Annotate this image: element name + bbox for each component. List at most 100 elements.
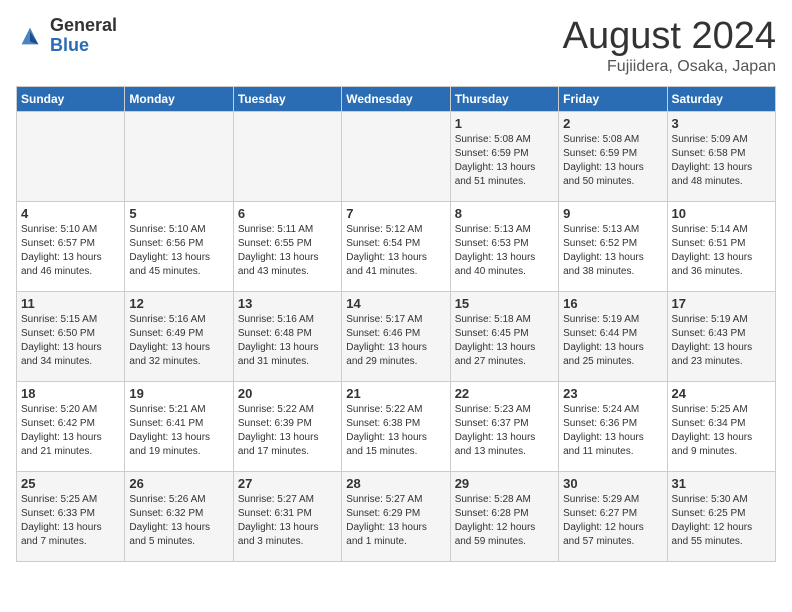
calendar-cell: 4Sunrise: 5:10 AM Sunset: 6:57 PM Daylig… (17, 201, 125, 291)
calendar-cell: 30 Sunrise: 5:29 AM Sunset: 6:27 PM Dayli… (559, 471, 667, 561)
day-detail: Sunrise: 5:08 AM Sunset: 6:59 PM Dayligh… (455, 133, 554, 189)
calendar-cell: 1 Sunrise: 5:08 AM Sunset: 6:59 PM Daylig… (450, 111, 558, 201)
day-number: 15 (455, 296, 554, 311)
day-detail: Sunrise: 5:26 AM Sunset: 6:32 PM Dayligh… (129, 493, 228, 549)
col-header-friday: Friday (559, 86, 667, 111)
calendar-cell: 14 Sunrise: 5:17 AM Sunset: 6:46 PM Dayli… (342, 291, 450, 381)
col-header-saturday: Saturday (667, 86, 775, 111)
day-detail: Sunrise: 5:24 AM Sunset: 6:36 PM Dayligh… (563, 403, 662, 459)
day-detail: Sunrise: 5:13 AM Sunset: 6:53 PM Dayligh… (455, 223, 554, 279)
day-number: 7 (346, 206, 445, 221)
calendar-week-row: 18 Sunrise: 5:20 AM Sunset: 6:42 PM Dayli… (17, 381, 776, 471)
calendar-cell: 10Sunrise: 5:14 AM Sunset: 6:51 PM Dayli… (667, 201, 775, 291)
day-detail: Sunrise: 5:30 AM Sunset: 6:25 PM Dayligh… (672, 493, 771, 549)
day-detail: Sunrise: 5:27 AM Sunset: 6:31 PM Dayligh… (238, 493, 337, 549)
day-number: 1 (455, 116, 554, 131)
day-number: 30 (563, 476, 662, 491)
calendar-cell: 25 Sunrise: 5:25 AM Sunset: 6:33 PM Dayli… (17, 471, 125, 561)
day-number: 27 (238, 476, 337, 491)
logo: General Blue (16, 16, 117, 56)
day-detail: Sunrise: 5:28 AM Sunset: 6:28 PM Dayligh… (455, 493, 554, 549)
calendar-cell: 13Sunrise: 5:16 AM Sunset: 6:48 PM Dayli… (233, 291, 341, 381)
day-number: 29 (455, 476, 554, 491)
col-header-sunday: Sunday (17, 86, 125, 111)
col-header-monday: Monday (125, 86, 233, 111)
location-subtitle: Fujiidera, Osaka, Japan (563, 58, 776, 76)
calendar-cell: 28Sunrise: 5:27 AM Sunset: 6:29 PM Dayli… (342, 471, 450, 561)
day-number: 14 (346, 296, 445, 311)
day-detail: Sunrise: 5:27 AM Sunset: 6:29 PM Dayligh… (346, 493, 445, 549)
calendar-header-row: SundayMondayTuesdayWednesdayThursdayFrid… (17, 86, 776, 111)
day-detail: Sunrise: 5:13 AM Sunset: 6:52 PM Dayligh… (563, 223, 662, 279)
calendar-cell: 19 Sunrise: 5:21 AM Sunset: 6:41 PM Dayli… (125, 381, 233, 471)
day-number: 11 (21, 296, 120, 311)
day-number: 20 (238, 386, 337, 401)
calendar-week-row: 11 Sunrise: 5:15 AM Sunset: 6:50 PM Dayli… (17, 291, 776, 381)
day-detail: Sunrise: 5:10 AM Sunset: 6:56 PM Dayligh… (129, 223, 228, 279)
day-number: 8 (455, 206, 554, 221)
day-number: 25 (21, 476, 120, 491)
day-detail: Sunrise: 5:20 AM Sunset: 6:42 PM Dayligh… (21, 403, 120, 459)
day-detail: Sunrise: 5:16 AM Sunset: 6:48 PM Dayligh… (238, 313, 337, 369)
calendar-cell: 11 Sunrise: 5:15 AM Sunset: 6:50 PM Dayli… (17, 291, 125, 381)
day-number: 22 (455, 386, 554, 401)
day-number: 4 (21, 206, 120, 221)
day-detail: Sunrise: 5:22 AM Sunset: 6:39 PM Dayligh… (238, 403, 337, 459)
calendar-cell: 16 Sunrise: 5:19 AM Sunset: 6:44 PM Dayli… (559, 291, 667, 381)
day-number: 3 (672, 116, 771, 131)
col-header-tuesday: Tuesday (233, 86, 341, 111)
day-number: 6 (238, 206, 337, 221)
calendar-cell: 24 Sunrise: 5:25 AM Sunset: 6:34 PM Dayli… (667, 381, 775, 471)
calendar-cell: 18 Sunrise: 5:20 AM Sunset: 6:42 PM Dayli… (17, 381, 125, 471)
calendar-cell: 31 Sunrise: 5:30 AM Sunset: 6:25 PM Dayli… (667, 471, 775, 561)
day-detail: Sunrise: 5:25 AM Sunset: 6:34 PM Dayligh… (672, 403, 771, 459)
calendar-cell (342, 111, 450, 201)
day-number: 2 (563, 116, 662, 131)
title-block: August 2024 Fujiidera, Osaka, Japan (563, 16, 776, 76)
day-detail: Sunrise: 5:22 AM Sunset: 6:38 PM Dayligh… (346, 403, 445, 459)
calendar-cell: 3 Sunrise: 5:09 AM Sunset: 6:58 PM Daylig… (667, 111, 775, 201)
calendar-cell: 9 Sunrise: 5:13 AM Sunset: 6:52 PM Daylig… (559, 201, 667, 291)
day-number: 16 (563, 296, 662, 311)
calendar-cell: 27 Sunrise: 5:27 AM Sunset: 6:31 PM Dayli… (233, 471, 341, 561)
day-number: 9 (563, 206, 662, 221)
calendar-table: SundayMondayTuesdayWednesdayThursdayFrid… (16, 86, 776, 562)
logo-text: General Blue (50, 16, 117, 56)
day-number: 31 (672, 476, 771, 491)
page-header: General Blue August 2024 Fujiidera, Osak… (16, 16, 776, 76)
day-number: 12 (129, 296, 228, 311)
calendar-cell: 15Sunrise: 5:18 AM Sunset: 6:45 PM Dayli… (450, 291, 558, 381)
day-detail: Sunrise: 5:21 AM Sunset: 6:41 PM Dayligh… (129, 403, 228, 459)
day-number: 24 (672, 386, 771, 401)
calendar-week-row: 1 Sunrise: 5:08 AM Sunset: 6:59 PM Daylig… (17, 111, 776, 201)
logo-general: General (50, 16, 117, 36)
day-detail: Sunrise: 5:08 AM Sunset: 6:59 PM Dayligh… (563, 133, 662, 189)
calendar-cell: 2 Sunrise: 5:08 AM Sunset: 6:59 PM Daylig… (559, 111, 667, 201)
calendar-week-row: 4Sunrise: 5:10 AM Sunset: 6:57 PM Daylig… (17, 201, 776, 291)
day-detail: Sunrise: 5:23 AM Sunset: 6:37 PM Dayligh… (455, 403, 554, 459)
calendar-cell: 12 Sunrise: 5:16 AM Sunset: 6:49 PM Dayli… (125, 291, 233, 381)
month-title: August 2024 (563, 16, 776, 58)
day-detail: Sunrise: 5:15 AM Sunset: 6:50 PM Dayligh… (21, 313, 120, 369)
calendar-cell: 21Sunrise: 5:22 AM Sunset: 6:38 PM Dayli… (342, 381, 450, 471)
day-detail: Sunrise: 5:25 AM Sunset: 6:33 PM Dayligh… (21, 493, 120, 549)
day-detail: Sunrise: 5:09 AM Sunset: 6:58 PM Dayligh… (672, 133, 771, 189)
day-number: 10 (672, 206, 771, 221)
day-number: 23 (563, 386, 662, 401)
calendar-cell: 22 Sunrise: 5:23 AM Sunset: 6:37 PM Dayli… (450, 381, 558, 471)
day-detail: Sunrise: 5:17 AM Sunset: 6:46 PM Dayligh… (346, 313, 445, 369)
calendar-cell: 23 Sunrise: 5:24 AM Sunset: 6:36 PM Dayli… (559, 381, 667, 471)
calendar-cell: 20 Sunrise: 5:22 AM Sunset: 6:39 PM Dayli… (233, 381, 341, 471)
day-detail: Sunrise: 5:12 AM Sunset: 6:54 PM Dayligh… (346, 223, 445, 279)
day-number: 19 (129, 386, 228, 401)
calendar-cell: 8 Sunrise: 5:13 AM Sunset: 6:53 PM Daylig… (450, 201, 558, 291)
calendar-cell: 7 Sunrise: 5:12 AM Sunset: 6:54 PM Daylig… (342, 201, 450, 291)
calendar-cell: 29 Sunrise: 5:28 AM Sunset: 6:28 PM Dayli… (450, 471, 558, 561)
col-header-thursday: Thursday (450, 86, 558, 111)
day-detail: Sunrise: 5:19 AM Sunset: 6:44 PM Dayligh… (563, 313, 662, 369)
day-number: 18 (21, 386, 120, 401)
day-detail: Sunrise: 5:29 AM Sunset: 6:27 PM Dayligh… (563, 493, 662, 549)
calendar-cell: 17Sunrise: 5:19 AM Sunset: 6:43 PM Dayli… (667, 291, 775, 381)
calendar-cell: 26Sunrise: 5:26 AM Sunset: 6:32 PM Dayli… (125, 471, 233, 561)
day-detail: Sunrise: 5:16 AM Sunset: 6:49 PM Dayligh… (129, 313, 228, 369)
